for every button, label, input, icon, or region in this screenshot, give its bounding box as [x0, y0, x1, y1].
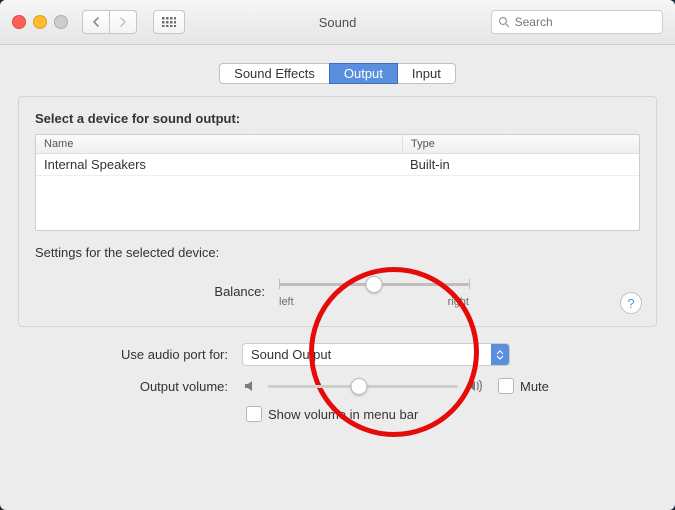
titlebar: Sound [0, 0, 675, 45]
balance-left-label: left [279, 296, 294, 308]
table-row[interactable]: Internal Speakers Built-in [36, 154, 639, 176]
slider-tick-left [279, 279, 280, 289]
device-table: Name Type Internal Speakers Built-in [35, 134, 640, 231]
zoom-icon [54, 15, 68, 29]
forward-button[interactable] [109, 10, 137, 34]
show-in-menubar-label: Show volume in menu bar [268, 407, 418, 422]
audio-port-select[interactable]: Sound Output [242, 343, 510, 366]
output-volume-label: Output volume: [18, 379, 242, 394]
search-icon [498, 16, 509, 28]
balance-slider[interactable] [279, 274, 469, 294]
table-empty-space [36, 176, 639, 230]
output-volume-slider[interactable] [268, 376, 458, 396]
audio-port-label: Use audio port for: [18, 347, 242, 362]
footer: Use audio port for: Sound Output Output … [18, 343, 657, 422]
search-field[interactable] [491, 10, 663, 34]
show-in-menubar-checkbox[interactable] [246, 406, 262, 422]
select-arrows-icon [491, 344, 509, 365]
tab-bar: Sound Effects Output Input [18, 63, 657, 84]
col-type[interactable]: Type [403, 135, 443, 153]
minimize-icon[interactable] [33, 15, 47, 29]
sound-preferences-window: Sound Sound Effects Output Input Select … [0, 0, 675, 510]
device-type: Built-in [402, 154, 458, 175]
balance-label: Balance: [35, 284, 279, 299]
balance-sublabels: left right [279, 296, 469, 308]
volume-low-icon [242, 377, 260, 395]
col-name[interactable]: Name [36, 135, 403, 153]
help-button[interactable]: ? [620, 292, 642, 314]
mute-label: Mute [520, 379, 549, 394]
show-all-button[interactable] [153, 10, 185, 34]
tab-sound-effects[interactable]: Sound Effects [219, 63, 329, 84]
device-name: Internal Speakers [36, 154, 402, 175]
mute-checkbox[interactable] [498, 378, 514, 394]
search-input[interactable] [513, 14, 656, 30]
slider-knob[interactable] [366, 276, 383, 293]
settings-label: Settings for the selected device: [35, 245, 640, 260]
slider-tick-right [469, 279, 470, 289]
tab-output[interactable]: Output [329, 63, 398, 84]
panel-heading: Select a device for sound output: [35, 111, 640, 126]
audio-port-value: Sound Output [251, 347, 331, 362]
slider-knob[interactable] [351, 378, 368, 395]
balance-right-label: right [448, 296, 469, 308]
table-header: Name Type [36, 135, 639, 154]
volume-high-icon [466, 377, 484, 395]
tab-input[interactable]: Input [398, 63, 456, 84]
back-button[interactable] [82, 10, 109, 34]
close-icon[interactable] [12, 15, 26, 29]
output-panel: Select a device for sound output: Name T… [18, 96, 657, 327]
nav-buttons [82, 10, 137, 34]
window-controls [12, 15, 68, 29]
